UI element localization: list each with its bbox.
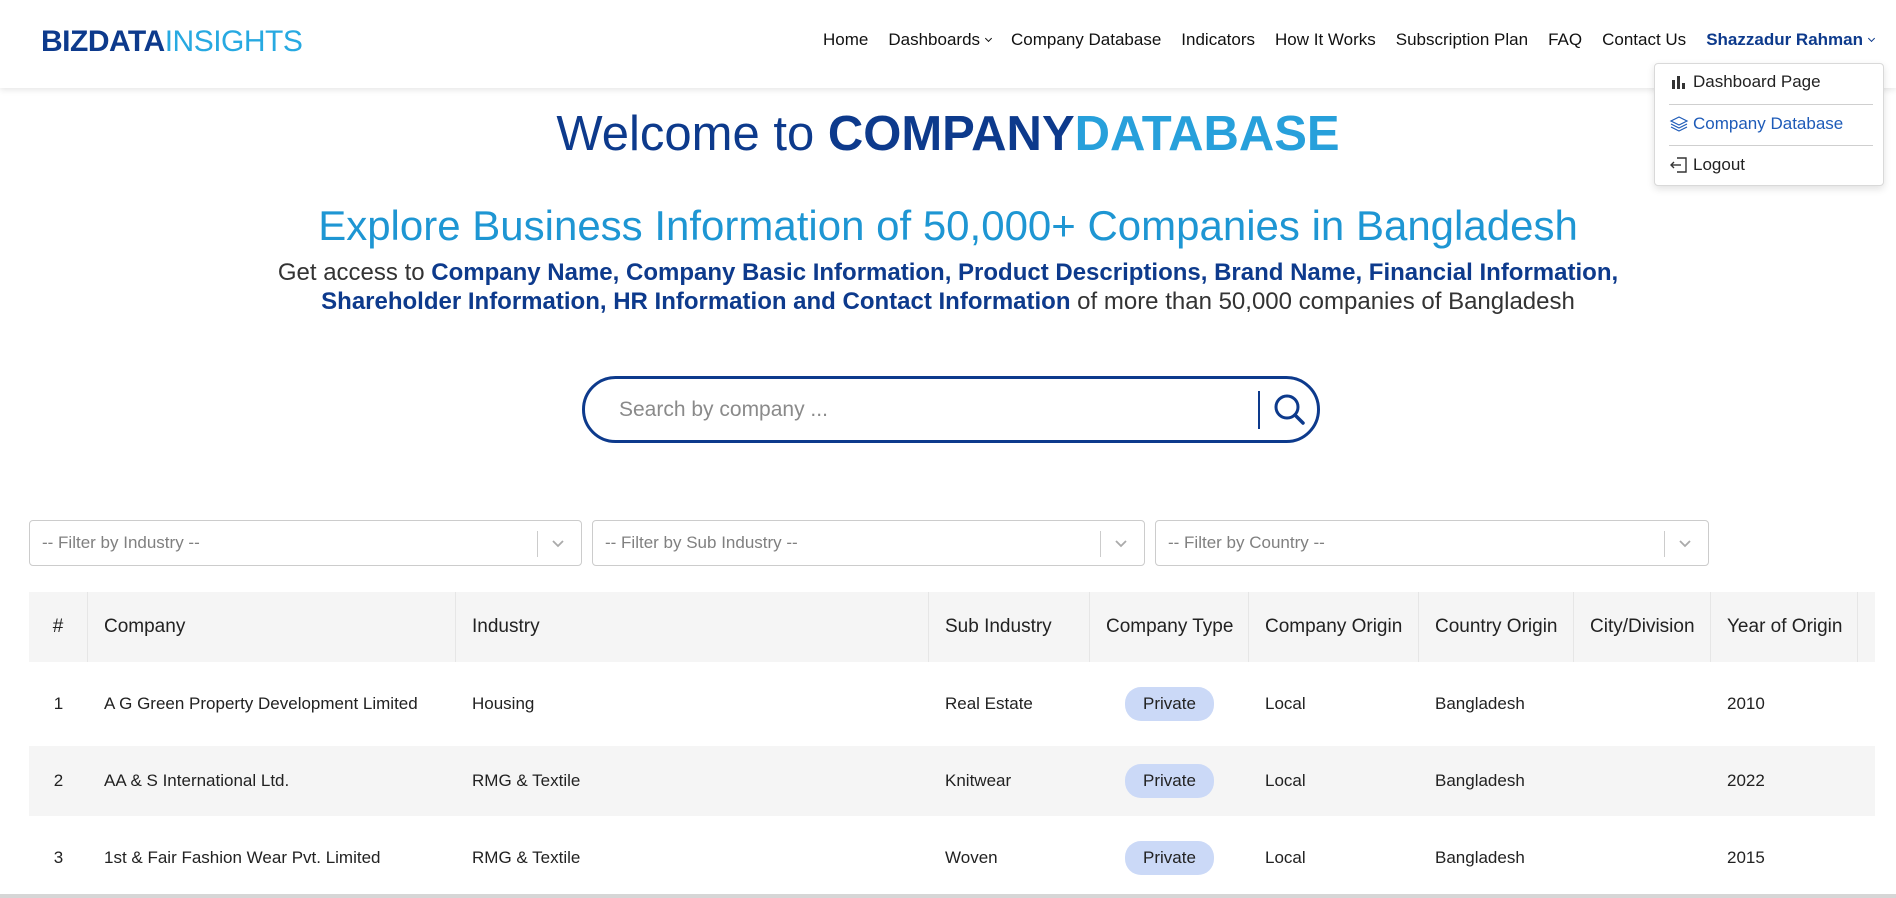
- user-dropdown-menu: Dashboard Page Company Database Logout: [1654, 63, 1884, 186]
- row-index: 2: [53, 771, 64, 790]
- page-title: Welcome to COMPANYDATABASE: [0, 104, 1896, 164]
- site-header: BIZDATAINSIGHTS Home Dashboards Company …: [0, 0, 1896, 88]
- brand-logo-light: INSIGHTS: [164, 25, 303, 58]
- select-separator: [1100, 531, 1101, 557]
- nav-dashboards-label: Dashboards: [888, 30, 981, 49]
- table-row[interactable]: 2 AA & S International Ltd. RMG & Textil…: [29, 746, 1875, 816]
- filter-country-placeholder: -- Filter by Country --: [1168, 533, 1325, 552]
- chevron-down-icon: [984, 34, 993, 43]
- chevron-down-icon: [1867, 34, 1876, 43]
- menu-item-label: Dashboard Page: [1693, 72, 1821, 91]
- hero-subtitle: Explore Business Information of 50,000+ …: [318, 202, 1578, 249]
- row-company[interactable]: A G Green Property Development Limited: [88, 669, 456, 739]
- menu-item-label: Company Database: [1693, 114, 1844, 133]
- nav-contact-us[interactable]: Contact Us: [1592, 30, 1696, 50]
- row-company-type: Private: [1090, 823, 1249, 893]
- company-search-box: [582, 376, 1320, 443]
- filter-industry-select[interactable]: -- Filter by Industry --: [29, 520, 582, 566]
- row-country-origin: Bangladesh: [1435, 771, 1525, 790]
- user-menu-toggle[interactable]: Shazzadur Rahman: [1696, 30, 1884, 50]
- row-industry: RMG & Textile: [472, 848, 581, 867]
- chevron-down-icon: [552, 540, 564, 548]
- nav-home[interactable]: Home: [813, 30, 878, 50]
- row-year-of-origin: 2010: [1727, 694, 1765, 713]
- row-industry: Housing: [472, 694, 535, 713]
- search-icon[interactable]: [1269, 389, 1311, 431]
- layers-icon: [1669, 116, 1689, 132]
- logout-icon: [1670, 157, 1687, 173]
- column-header-company-origin[interactable]: Company Origin: [1249, 592, 1419, 662]
- filter-country-select[interactable]: -- Filter by Country --: [1155, 520, 1709, 566]
- status-badge: Private: [1125, 841, 1214, 875]
- access-suffix: of more than 50,000 companies of Banglad…: [1070, 288, 1575, 315]
- brand-logo-bold: BIZDATA: [41, 25, 165, 58]
- row-sub-industry: Knitwear: [945, 771, 1012, 790]
- status-badge: Private: [1125, 764, 1214, 798]
- select-separator: [1664, 531, 1665, 557]
- row-index: 3: [53, 848, 64, 867]
- row-index: 1: [53, 694, 64, 713]
- row-city-division: [1574, 669, 1711, 739]
- table-row[interactable]: 1 A G Green Property Development Limited…: [29, 669, 1875, 739]
- column-header-industry[interactable]: Industry: [456, 592, 929, 662]
- welcome-bold-company: COMPANY: [827, 107, 1075, 161]
- filter-sub-industry-placeholder: -- Filter by Sub Industry --: [605, 533, 798, 552]
- bar-chart-icon: [1672, 76, 1685, 89]
- chevron-down-icon: [1115, 540, 1127, 548]
- table-row[interactable]: 3 1st & Fair Fashion Wear Pvt. Limited R…: [29, 823, 1875, 893]
- search-input[interactable]: [619, 393, 1219, 427]
- row-country-origin: Bangladesh: [1435, 694, 1525, 713]
- search-divider: [1258, 391, 1260, 429]
- row-company[interactable]: AA & S International Ltd.: [88, 746, 456, 816]
- row-sub-industry: Woven: [945, 848, 998, 867]
- status-badge: Private: [1125, 687, 1214, 721]
- row-city-division: [1574, 746, 1711, 816]
- row-industry: RMG & Textile: [472, 771, 581, 790]
- nav-faq[interactable]: FAQ: [1538, 30, 1592, 50]
- main-nav: Home Dashboards Company Database Indicat…: [813, 30, 1884, 50]
- user-name: Shazzadur Rahman: [1706, 30, 1863, 49]
- welcome-bold-database: DATABASE: [1074, 107, 1340, 161]
- menu-item-logout[interactable]: Logout: [1669, 147, 1873, 183]
- row-year-of-origin: 2022: [1727, 771, 1765, 790]
- row-year-of-origin: 2015: [1727, 848, 1765, 867]
- hero-description: Get access to Company Name, Company Basi…: [220, 258, 1676, 316]
- menu-item-label: Logout: [1693, 155, 1745, 174]
- filter-industry-placeholder: -- Filter by Industry --: [42, 533, 200, 552]
- menu-item-dashboard-page[interactable]: Dashboard Page: [1669, 64, 1873, 100]
- row-company[interactable]: 1st & Fair Fashion Wear Pvt. Limited: [88, 823, 456, 893]
- row-company-type: Private: [1090, 669, 1249, 739]
- column-header-company[interactable]: Company: [88, 592, 456, 662]
- row-company-origin: Local: [1265, 848, 1306, 867]
- select-separator: [537, 531, 538, 557]
- row-country-origin: Bangladesh: [1435, 848, 1525, 867]
- access-prefix: Get access to: [277, 259, 432, 286]
- menu-item-company-database[interactable]: Company Database: [1669, 106, 1873, 142]
- nav-indicators[interactable]: Indicators: [1171, 30, 1265, 50]
- column-header-city-division[interactable]: City/Division: [1574, 592, 1711, 662]
- brand-logo[interactable]: BIZDATAINSIGHTS: [41, 24, 303, 60]
- menu-divider: [1669, 145, 1873, 146]
- filter-sub-industry-select[interactable]: -- Filter by Sub Industry --: [592, 520, 1145, 566]
- column-header-index: #: [29, 592, 88, 662]
- chevron-down-icon: [1679, 540, 1691, 548]
- table-header: # Company Industry Sub Industry Company …: [29, 592, 1875, 662]
- nav-dashboards[interactable]: Dashboards: [878, 30, 1001, 50]
- welcome-prefix: Welcome to: [556, 107, 828, 161]
- nav-company-database[interactable]: Company Database: [1001, 30, 1171, 50]
- column-header-company-type[interactable]: Company Type: [1090, 592, 1249, 662]
- row-company-origin: Local: [1265, 771, 1306, 790]
- nav-subscription-plan[interactable]: Subscription Plan: [1386, 30, 1538, 50]
- column-header-sub-industry[interactable]: Sub Industry: [929, 592, 1090, 662]
- row-company-origin: Local: [1265, 694, 1306, 713]
- row-city-division: [1574, 823, 1711, 893]
- horizontal-scrollbar[interactable]: [0, 894, 1896, 898]
- column-header-year-of-origin[interactable]: Year of Origin: [1711, 592, 1858, 662]
- nav-how-it-works[interactable]: How It Works: [1265, 30, 1386, 50]
- row-sub-industry: Real Estate: [945, 694, 1033, 713]
- menu-divider: [1669, 104, 1873, 105]
- row-company-type: Private: [1090, 746, 1249, 816]
- column-header-country-origin[interactable]: Country Origin: [1419, 592, 1574, 662]
